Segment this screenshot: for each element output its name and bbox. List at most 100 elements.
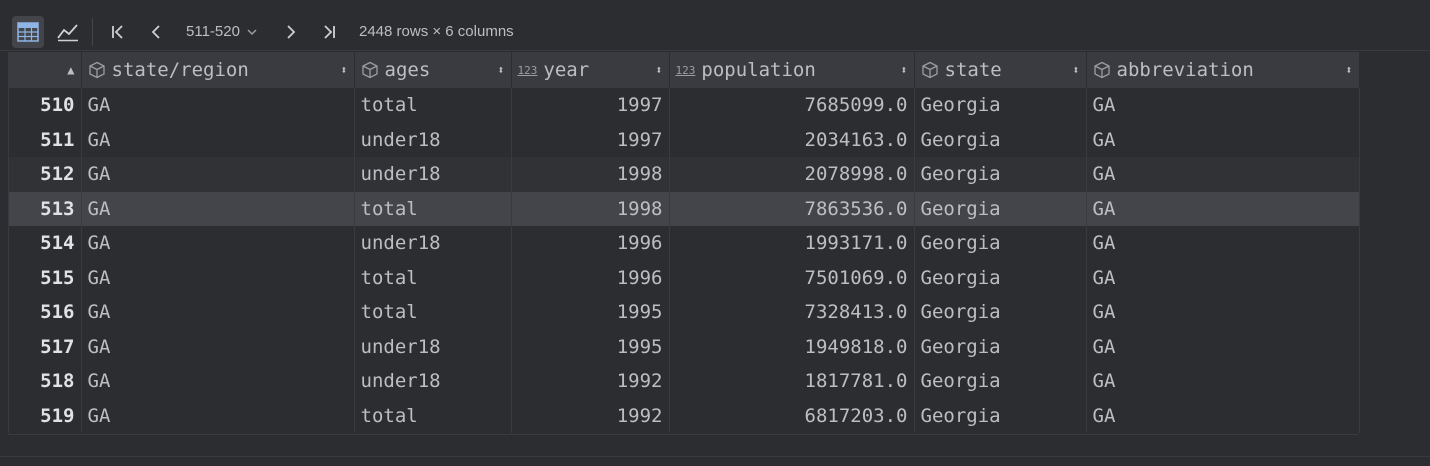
table-row[interactable]: 516 GA total 1995 7328413.0 Georgia GA: [9, 295, 1360, 330]
table-cell-abbr[interactable]: GA: [1086, 364, 1360, 399]
row-index[interactable]: 516: [9, 295, 82, 330]
table-row[interactable]: 510 GA total 1997 7685099.0 Georgia GA: [9, 88, 1360, 123]
table-cell-year[interactable]: 1992: [511, 398, 670, 433]
table-row[interactable]: 517 GA under18 1995 1949818.0 Georgia GA: [9, 329, 1360, 364]
table-cell-region[interactable]: GA: [81, 88, 355, 123]
table-cell-region[interactable]: GA: [81, 191, 355, 226]
table-cell-ages[interactable]: under18: [354, 364, 512, 399]
table-row[interactable]: 519 GA total 1992 6817203.0 Georgia GA: [9, 398, 1360, 433]
column-header-year[interactable]: 123 year ⬍: [511, 52, 670, 88]
table-cell-region[interactable]: GA: [81, 329, 355, 364]
row-index[interactable]: 518: [9, 364, 82, 399]
table-cell-region[interactable]: GA: [81, 157, 355, 192]
table-row[interactable]: 518 GA under18 1992 1817781.0 Georgia GA: [9, 364, 1360, 399]
first-page-button[interactable]: [102, 16, 134, 48]
table-cell-region[interactable]: GA: [81, 226, 355, 261]
table-cell-population[interactable]: 1817781.0: [669, 364, 915, 399]
column-header-ages[interactable]: ages ⬍: [354, 52, 512, 88]
row-index[interactable]: 519: [9, 398, 82, 433]
table-cell-ages[interactable]: total: [354, 88, 512, 123]
row-index[interactable]: 514: [9, 226, 82, 261]
sort-icon[interactable]: ⬍: [900, 63, 907, 77]
table-cell-year[interactable]: 1997: [511, 88, 670, 123]
row-index[interactable]: 513: [9, 191, 82, 226]
table-cell-population[interactable]: 7863536.0: [669, 191, 915, 226]
table-cell-ages[interactable]: total: [354, 398, 512, 433]
table-cell-state[interactable]: Georgia: [914, 295, 1087, 330]
sort-icon[interactable]: ⬍: [1072, 63, 1079, 77]
table-cell-state[interactable]: Georgia: [914, 88, 1087, 123]
table-cell-abbr[interactable]: GA: [1086, 88, 1360, 123]
table-cell-ages[interactable]: under18: [354, 122, 512, 157]
table-cell-state[interactable]: Georgia: [914, 122, 1087, 157]
table-cell-population[interactable]: 7328413.0: [669, 295, 915, 330]
table-cell-abbr[interactable]: GA: [1086, 226, 1360, 261]
table-cell-state[interactable]: Georgia: [914, 398, 1087, 433]
table-cell-year[interactable]: 1995: [511, 329, 670, 364]
table-cell-ages[interactable]: under18: [354, 226, 512, 261]
sort-icon[interactable]: ▲: [67, 63, 74, 77]
page-range-dropdown[interactable]: 511-520: [186, 23, 258, 40]
column-header-abbreviation[interactable]: abbreviation ⬍: [1086, 52, 1360, 88]
table-cell-state[interactable]: Georgia: [914, 191, 1087, 226]
sort-icon[interactable]: ⬍: [1345, 63, 1352, 77]
table-cell-state[interactable]: Georgia: [914, 260, 1087, 295]
column-header-population[interactable]: 123 population ⬍: [669, 52, 915, 88]
column-header-index[interactable]: ▲: [9, 52, 82, 88]
table-cell-population[interactable]: 7685099.0: [669, 88, 915, 123]
table-cell-population[interactable]: 1949818.0: [669, 329, 915, 364]
table-cell-region[interactable]: GA: [81, 364, 355, 399]
table-view-button[interactable]: [12, 16, 44, 48]
table-cell-region[interactable]: GA: [81, 295, 355, 330]
table-cell-abbr[interactable]: GA: [1086, 329, 1360, 364]
table-cell-state[interactable]: Georgia: [914, 364, 1087, 399]
table-cell-population[interactable]: 2078998.0: [669, 157, 915, 192]
table-cell-year[interactable]: 1992: [511, 364, 670, 399]
sort-icon[interactable]: ⬍: [497, 63, 504, 77]
row-index[interactable]: 510: [9, 88, 82, 123]
table-row[interactable]: 511 GA under18 1997 2034163.0 Georgia GA: [9, 122, 1360, 157]
column-header-state-region[interactable]: state/region ⬍: [81, 52, 355, 88]
next-page-button[interactable]: [275, 16, 307, 48]
table-cell-year[interactable]: 1997: [511, 122, 670, 157]
table-cell-year[interactable]: 1996: [511, 260, 670, 295]
table-cell-ages[interactable]: under18: [354, 329, 512, 364]
row-index[interactable]: 512: [9, 157, 82, 192]
row-index[interactable]: 511: [9, 122, 82, 157]
table-cell-year[interactable]: 1995: [511, 295, 670, 330]
chart-view-button[interactable]: [52, 16, 84, 48]
table-cell-abbr[interactable]: GA: [1086, 260, 1360, 295]
table-cell-state[interactable]: Georgia: [914, 329, 1087, 364]
sort-icon[interactable]: ⬍: [340, 63, 347, 77]
last-page-button[interactable]: [313, 16, 345, 48]
table-cell-region[interactable]: GA: [81, 122, 355, 157]
table-row[interactable]: 512 GA under18 1998 2078998.0 Georgia GA: [9, 157, 1360, 192]
table-cell-ages[interactable]: total: [354, 260, 512, 295]
table-cell-region[interactable]: GA: [81, 398, 355, 433]
table-cell-abbr[interactable]: GA: [1086, 122, 1360, 157]
table-cell-ages[interactable]: total: [354, 191, 512, 226]
table-cell-year[interactable]: 1996: [511, 226, 670, 261]
table-cell-ages[interactable]: under18: [354, 157, 512, 192]
table-cell-abbr[interactable]: GA: [1086, 295, 1360, 330]
table-cell-state[interactable]: Georgia: [914, 226, 1087, 261]
table-cell-population[interactable]: 1993171.0: [669, 226, 915, 261]
column-header-state[interactable]: state ⬍: [914, 52, 1087, 88]
table-cell-abbr[interactable]: GA: [1086, 157, 1360, 192]
table-cell-abbr[interactable]: GA: [1086, 398, 1360, 433]
table-row[interactable]: 513 GA total 1998 7863536.0 Georgia GA: [9, 191, 1360, 226]
table-cell-abbr[interactable]: GA: [1086, 191, 1360, 226]
table-cell-region[interactable]: GA: [81, 260, 355, 295]
table-cell-population[interactable]: 2034163.0: [669, 122, 915, 157]
table-cell-population[interactable]: 6817203.0: [669, 398, 915, 433]
table-cell-year[interactable]: 1998: [511, 157, 670, 192]
row-index[interactable]: 515: [9, 260, 82, 295]
table-row[interactable]: 514 GA under18 1996 1993171.0 Georgia GA: [9, 226, 1360, 261]
table-cell-state[interactable]: Georgia: [914, 157, 1087, 192]
table-cell-ages[interactable]: total: [354, 295, 512, 330]
table-cell-population[interactable]: 7501069.0: [669, 260, 915, 295]
sort-icon[interactable]: ⬍: [655, 63, 662, 77]
previous-page-button[interactable]: [140, 16, 172, 48]
table-row[interactable]: 515 GA total 1996 7501069.0 Georgia GA: [9, 260, 1360, 295]
row-index[interactable]: 517: [9, 329, 82, 364]
